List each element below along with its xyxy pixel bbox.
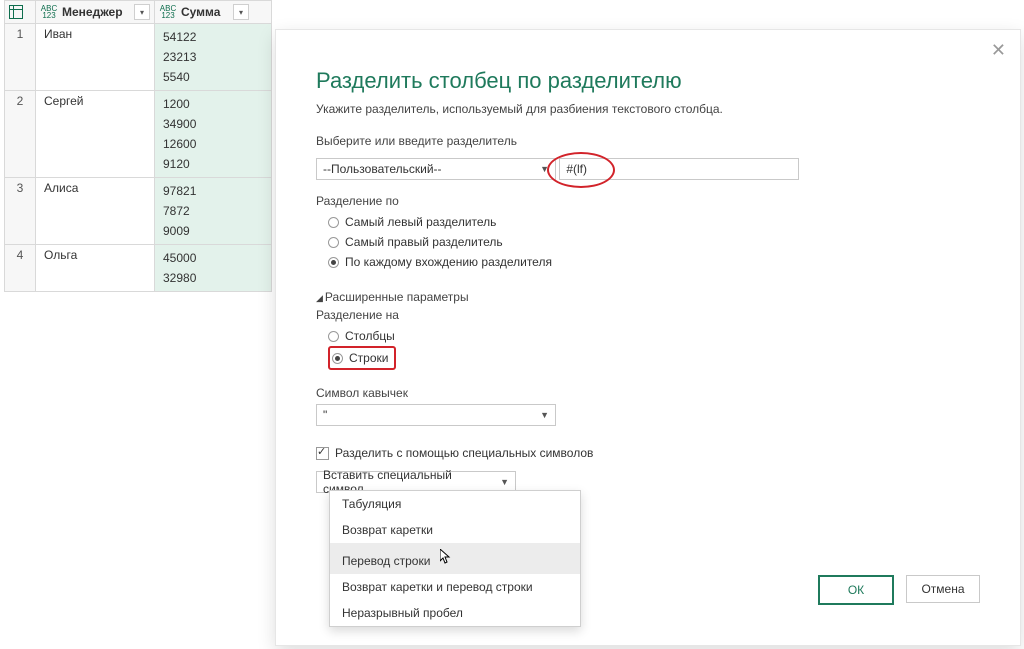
delimiter-input[interactable]: #(lf) (559, 158, 799, 180)
data-table: ABC 123 Менеджер ▾ ABC 123 Сумма ▾ 1 Ива… (4, 0, 272, 292)
special-chars-checkbox[interactable]: Разделить с помощью специальных символов (316, 446, 980, 460)
dialog-description: Укажите разделитель, используемый для ра… (316, 102, 980, 116)
quote-combo[interactable]: " ▼ (316, 404, 556, 426)
column-header-manager[interactable]: ABC 123 Менеджер ▾ (36, 1, 155, 24)
dialog-title: Разделить столбец по разделителю (316, 68, 980, 94)
table-row[interactable]: 1 Иван 54122 23213 5540 (5, 24, 272, 91)
radio-icon (332, 353, 343, 364)
delimiter-label: Выберите или введите разделитель (316, 134, 980, 148)
split-by-label: Разделение по (316, 194, 980, 208)
radio-icon (328, 331, 339, 342)
cancel-button[interactable]: Отмена (906, 575, 980, 603)
dialog-footer: ОК Отмена (818, 575, 980, 605)
close-icon[interactable]: ✕ (991, 40, 1006, 61)
amount-cell: 45000 32980 (155, 245, 272, 292)
split-by-group: Самый левый разделитель Самый правый раз… (328, 212, 980, 272)
table-row[interactable]: 2 Сергей 1200 34900 12600 9120 (5, 91, 272, 178)
table-row[interactable]: 3 Алиса 97821 7872 9009 (5, 178, 272, 245)
chevron-down-icon[interactable]: ▾ (233, 4, 249, 20)
radio-rows[interactable]: Строки (332, 348, 388, 368)
column-label: Сумма (181, 5, 233, 19)
radio-icon (328, 237, 339, 248)
advanced-toggle[interactable]: ◢Расширенные параметры (316, 290, 980, 304)
radio-rightmost[interactable]: Самый правый разделитель (328, 232, 980, 252)
amount-cell: 54122 23213 5540 (155, 24, 272, 91)
menu-item-lf[interactable]: Перевод строки (330, 543, 580, 574)
menu-item-crlf[interactable]: Возврат каретки и перевод строки (330, 574, 580, 600)
chevron-down-icon: ▼ (500, 477, 509, 487)
split-to-group: Столбцы Строки (328, 326, 980, 370)
chevron-down-icon: ▼ (540, 410, 549, 420)
column-label: Менеджер (62, 5, 134, 19)
radio-columns[interactable]: Столбцы (328, 326, 980, 346)
cursor-icon (440, 549, 452, 568)
special-char-menu: Табуляция Возврат каретки Перевод строки… (329, 490, 581, 627)
split-to-label: Разделение на (316, 308, 980, 322)
menu-item-cr[interactable]: Возврат каретки (330, 517, 580, 543)
checkbox-icon (316, 447, 329, 460)
radio-leftmost[interactable]: Самый левый разделитель (328, 212, 980, 232)
menu-item-nbsp[interactable]: Неразрывный пробел (330, 600, 580, 626)
table-row[interactable]: 4 Ольга 45000 32980 (5, 245, 272, 292)
type-icon: ABC 123 (159, 4, 177, 20)
radio-each[interactable]: По каждому вхождению разделителя (328, 252, 980, 272)
menu-item-tab[interactable]: Табуляция (330, 491, 580, 517)
amount-cell: 1200 34900 12600 9120 (155, 91, 272, 178)
amount-cell: 97821 7872 9009 (155, 178, 272, 245)
highlight-box: Строки (328, 346, 396, 370)
caret-down-icon: ◢ (316, 293, 323, 303)
ok-button[interactable]: ОК (818, 575, 894, 605)
chevron-down-icon: ▼ (540, 164, 549, 174)
column-header-amount[interactable]: ABC 123 Сумма ▾ (155, 1, 272, 24)
delimiter-combo[interactable]: --Пользовательский-- ▼ (316, 158, 556, 180)
type-icon: ABC 123 (40, 4, 58, 20)
table-corner[interactable] (5, 1, 36, 24)
radio-icon (328, 217, 339, 228)
chevron-down-icon[interactable]: ▾ (134, 4, 150, 20)
quote-label: Символ кавычек (316, 386, 980, 400)
table-icon (5, 1, 27, 23)
radio-icon (328, 257, 339, 268)
